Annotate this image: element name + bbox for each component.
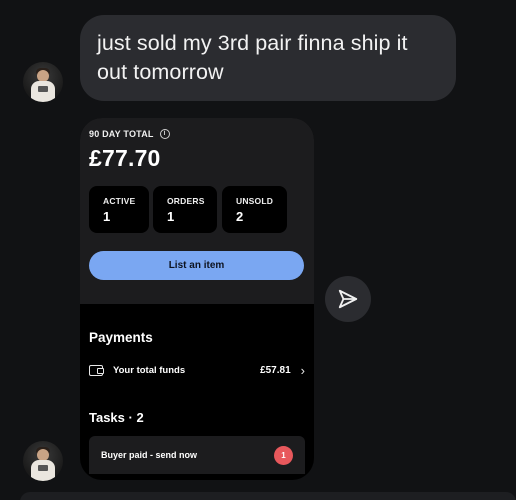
info-icon[interactable]: i bbox=[159, 129, 170, 139]
wallet-icon bbox=[89, 364, 104, 376]
card-summary-section: 90 DAY TOTAL i £77.70 ACTIVE 1 ORDERS 1 … bbox=[80, 118, 314, 304]
payments-heading: Payments bbox=[89, 330, 153, 345]
total-funds-row[interactable]: Your total funds £57.81 › bbox=[89, 358, 305, 382]
tasks-heading: Tasks · 2 bbox=[89, 410, 144, 425]
message-bubble[interactable]: just sold my 3rd pair finna ship it out … bbox=[80, 15, 456, 101]
task-row[interactable]: Buyer paid - send now 1 bbox=[89, 436, 305, 474]
stat-unsold[interactable]: UNSOLD 2 bbox=[222, 186, 287, 233]
next-message-bubble bbox=[20, 492, 516, 500]
funds-label: Your total funds bbox=[113, 364, 186, 376]
chevron-right-icon: › bbox=[300, 362, 305, 378]
stat-value: 2 bbox=[236, 209, 244, 224]
total-value: £77.70 bbox=[89, 145, 161, 171]
send-icon bbox=[338, 289, 358, 309]
stat-active[interactable]: ACTIVE 1 bbox=[89, 186, 149, 233]
funds-amount: £57.81 bbox=[260, 364, 291, 376]
shared-seller-card[interactable]: 90 DAY TOTAL i £77.70 ACTIVE 1 ORDERS 1 … bbox=[80, 118, 314, 480]
task-label: Buyer paid - send now bbox=[101, 450, 198, 460]
total-label: 90 DAY TOTAL bbox=[89, 129, 154, 139]
stat-label: ORDERS bbox=[167, 196, 205, 206]
task-count-badge: 1 bbox=[274, 445, 293, 465]
total-label-row: 90 DAY TOTAL i bbox=[89, 129, 170, 139]
avatar[interactable] bbox=[23, 62, 63, 102]
avatar[interactable] bbox=[23, 441, 63, 481]
stat-value: 1 bbox=[103, 209, 111, 224]
stat-orders[interactable]: ORDERS 1 bbox=[153, 186, 217, 233]
stat-label: ACTIVE bbox=[103, 196, 136, 206]
stat-label: UNSOLD bbox=[236, 196, 274, 206]
message-text: just sold my 3rd pair finna ship it out … bbox=[97, 31, 408, 84]
avatar-shirt-print bbox=[38, 86, 48, 92]
avatar-shirt-print bbox=[38, 465, 48, 471]
stat-value: 1 bbox=[167, 209, 175, 224]
list-an-item-button[interactable]: List an item bbox=[89, 251, 304, 280]
share-button[interactable] bbox=[325, 276, 371, 322]
